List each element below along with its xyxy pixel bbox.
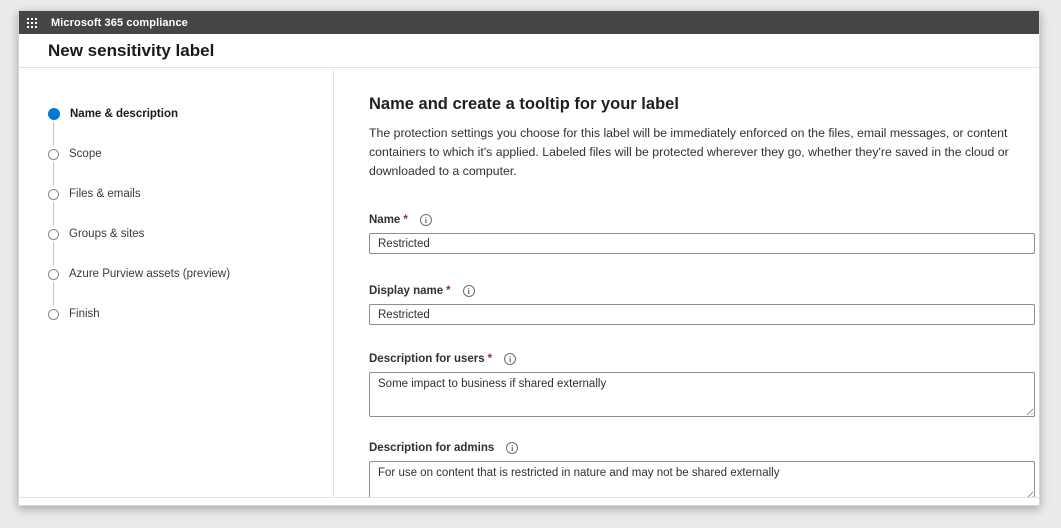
step-circle-icon <box>48 229 59 240</box>
stepper-step-files-emails[interactable]: Files & emails <box>48 187 141 201</box>
required-asterisk: * <box>446 285 450 297</box>
window-footer-edge <box>19 497 1039 505</box>
form-pane: Name and create a tooltip for your label… <box>335 69 1039 497</box>
step-active-circle-icon <box>48 108 60 120</box>
field-name: Name * i <box>369 213 1035 254</box>
step-circle-icon <box>48 149 59 160</box>
step-label: Finish <box>69 308 100 320</box>
info-icon[interactable]: i <box>506 442 518 454</box>
step-label: Scope <box>69 148 102 160</box>
description-users-textarea[interactable]: Some impact to business if shared extern… <box>369 372 1035 417</box>
stepper-step-scope[interactable]: Scope <box>48 147 102 161</box>
stepper-step-azure-purview[interactable]: Azure Purview assets (preview) <box>48 267 230 281</box>
step-label: Name & description <box>70 108 178 120</box>
form-intro-text: The protection settings you choose for t… <box>369 124 1047 181</box>
description-users-label: Description for users <box>369 353 485 365</box>
stepper-step-name-description[interactable]: Name & description <box>48 107 178 121</box>
info-icon[interactable]: i <box>463 285 475 297</box>
field-description-admins: Description for admins i For use on cont… <box>369 441 1035 500</box>
app-window: Microsoft 365 compliance New sensitivity… <box>18 10 1040 506</box>
topbar: Microsoft 365 compliance <box>19 11 1039 34</box>
field-description-users: Description for users * i Some impact to… <box>369 352 1035 417</box>
description-admins-label: Description for admins <box>369 442 494 454</box>
app-launcher-waffle-icon[interactable] <box>27 18 37 28</box>
required-asterisk: * <box>403 214 407 226</box>
stepper-step-finish[interactable]: Finish <box>48 307 100 321</box>
description-admins-textarea[interactable]: For use on content that is restricted in… <box>369 461 1035 500</box>
stepper-connector <box>53 122 54 146</box>
step-label: Files & emails <box>69 188 141 200</box>
content-area: Name & description Scope Files & emails … <box>19 69 1039 497</box>
page-title: New sensitivity label <box>48 41 214 61</box>
step-circle-icon <box>48 189 59 200</box>
step-circle-icon <box>48 309 59 320</box>
topbar-title: Microsoft 365 compliance <box>51 17 188 29</box>
display-name-label: Display name <box>369 285 443 297</box>
stepper-connector <box>53 242 54 266</box>
name-input[interactable] <box>369 233 1035 254</box>
stepper-connector <box>53 162 54 186</box>
step-label: Azure Purview assets (preview) <box>69 268 230 280</box>
stepper-connector <box>53 202 54 226</box>
stepper-step-groups-sites[interactable]: Groups & sites <box>48 227 144 241</box>
field-display-name: Display name * i <box>369 284 1035 325</box>
form-title: Name and create a tooltip for your label <box>369 95 679 114</box>
display-name-input[interactable] <box>369 304 1035 325</box>
step-label: Groups & sites <box>69 228 144 240</box>
info-icon[interactable]: i <box>504 353 516 365</box>
page-header: New sensitivity label <box>19 34 1039 68</box>
required-asterisk: * <box>488 353 492 365</box>
stepper-connector <box>53 282 54 306</box>
name-label: Name <box>369 214 400 226</box>
wizard-stepper: Name & description Scope Files & emails … <box>19 69 334 497</box>
step-circle-icon <box>48 269 59 280</box>
info-icon[interactable]: i <box>420 214 432 226</box>
